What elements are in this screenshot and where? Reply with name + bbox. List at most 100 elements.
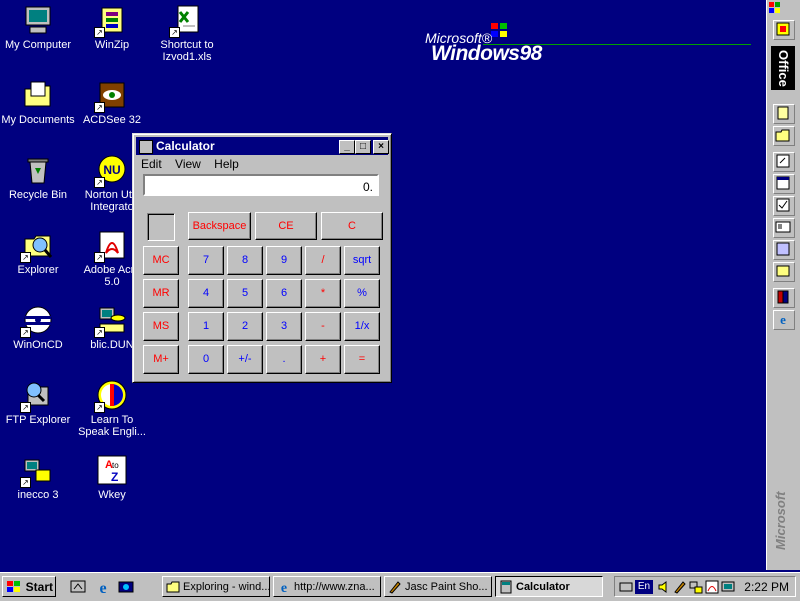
close-button[interactable]: × xyxy=(373,140,389,154)
volume-icon xyxy=(658,581,667,593)
desktop-icon-acdsee[interactable]: ↗ ACDSee 32 xyxy=(75,79,149,126)
acrobat-icon: ↗ xyxy=(94,229,128,263)
desktop-icon-my-documents[interactable]: My Documents xyxy=(1,79,75,126)
add-button[interactable]: + xyxy=(305,345,341,374)
desktop-icon-my-computer[interactable]: My Computer xyxy=(1,4,75,51)
calculator-titlebar[interactable]: Calculator _ □ × xyxy=(136,137,389,155)
divide-button[interactable]: / xyxy=(305,246,341,275)
percent-button[interactable]: % xyxy=(344,279,380,308)
desktop-icon-label: Recycle Bin xyxy=(8,189,68,201)
office-logo-button[interactable] xyxy=(773,20,795,40)
digit-2-button[interactable]: 2 xyxy=(227,312,263,341)
desktop-icon-label: Shortcut to Izvod1.xls xyxy=(160,39,214,63)
calculator-display: 0. xyxy=(143,174,379,196)
digit-4-button[interactable]: 4 xyxy=(188,279,224,308)
desktop-icon-label: Wkey xyxy=(98,489,126,501)
subtract-button[interactable]: - xyxy=(305,312,341,341)
start-label: Start xyxy=(25,580,53,594)
task-exploring[interactable]: Exploring - wind... xyxy=(162,576,270,597)
windows-flag-icon xyxy=(7,581,20,592)
logo-windows-text: Windows98 xyxy=(431,42,542,65)
desktop-icon-label: My Documents xyxy=(1,114,75,126)
channels-icon[interactable] xyxy=(118,579,134,595)
desktop-icon-learn-english[interactable]: ↗ Learn To Speak Engli... xyxy=(75,379,149,438)
digit-5-button[interactable]: 5 xyxy=(227,279,263,308)
desktop-icon-recycle-bin[interactable]: Recycle Bin xyxy=(1,154,75,201)
excel-file-icon: ↗ xyxy=(169,4,203,38)
task-label: http://www.zna... xyxy=(294,581,375,593)
task-calculator[interactable]: Calculator xyxy=(495,576,603,597)
computer-icon xyxy=(22,4,54,36)
internet-explorer-icon[interactable]: e xyxy=(95,579,111,597)
minimize-button[interactable]: _ xyxy=(339,140,355,154)
desktop-icon-label: Learn To Speak Engli... xyxy=(78,414,146,438)
maximize-button[interactable]: □ xyxy=(355,140,371,154)
desktop-icon-inecco[interactable]: ↗ inecco 3 xyxy=(1,454,75,501)
folder-icon xyxy=(22,79,54,111)
digit-3-button[interactable]: 3 xyxy=(266,312,302,341)
clock[interactable]: 2:22 PM xyxy=(744,580,789,594)
clear-button[interactable]: C xyxy=(321,212,383,240)
books-icon[interactable] xyxy=(773,288,795,308)
folder-icon xyxy=(166,581,180,593)
menu-help[interactable]: Help xyxy=(214,157,239,171)
memory-indicator xyxy=(147,213,175,241)
language-indicator[interactable]: En xyxy=(635,580,653,594)
menu-view[interactable]: View xyxy=(175,157,201,171)
contact-icon[interactable] xyxy=(773,218,795,238)
show-desktop-icon[interactable] xyxy=(70,579,86,595)
reciprocal-button[interactable]: 1/x xyxy=(344,312,380,341)
sign-toggle-button[interactable]: +/- xyxy=(227,345,263,374)
desktop-icon-label: ACDSee 32 xyxy=(82,114,142,126)
office-bar-title: Office xyxy=(771,46,795,90)
task-browser[interactable]: e http://www.zna... xyxy=(273,576,381,597)
task-icon[interactable] xyxy=(773,196,795,216)
new-document-icon[interactable] xyxy=(773,104,795,124)
svg-text:NU: NU xyxy=(103,163,120,177)
desktop-icon-explorer[interactable]: ↗ Explorer xyxy=(1,229,75,276)
office-menu-icon[interactable] xyxy=(769,2,781,14)
memory-store-button[interactable]: MS xyxy=(143,312,179,341)
system-tray: En 2:22 PM xyxy=(614,576,796,597)
windows98-logo: Microsoft® Windows98 xyxy=(423,22,753,67)
taskbar: Start e Exploring - wind... e http://www… xyxy=(0,572,800,601)
backspace-button[interactable]: Backspace xyxy=(188,212,251,240)
task-label: Exploring - wind... xyxy=(183,581,270,593)
desktop-icon-winoncd[interactable]: ↗ WinOnCD xyxy=(1,304,75,351)
digit-8-button[interactable]: 8 xyxy=(227,246,263,275)
calculator-window[interactable]: Calculator _ □ × Edit View Help 0. Backs… xyxy=(132,133,392,383)
calculator-icon xyxy=(500,580,512,594)
clear-entry-button[interactable]: CE xyxy=(255,212,317,240)
shortcut-icon[interactable] xyxy=(773,152,795,172)
internet-explorer-icon[interactable]: e xyxy=(773,310,795,330)
start-button[interactable]: Start xyxy=(2,576,56,597)
digit-6-button[interactable]: 6 xyxy=(266,279,302,308)
digit-7-button[interactable]: 7 xyxy=(188,246,224,275)
note-icon[interactable] xyxy=(773,262,795,282)
dialup-icon: ↗ xyxy=(94,304,128,338)
desktop-icon-winzip[interactable]: ↗ WinZip xyxy=(75,4,149,51)
open-document-icon[interactable] xyxy=(773,126,795,146)
desktop-icon-izvod1[interactable]: ↗ Shortcut to Izvod1.xls xyxy=(150,4,224,63)
svg-text:e: e xyxy=(281,581,287,594)
menu-edit[interactable]: Edit xyxy=(141,157,162,171)
sqrt-button[interactable]: sqrt xyxy=(344,246,380,275)
decimal-point-button[interactable]: . xyxy=(266,345,302,374)
network-icon: ↗ xyxy=(20,454,54,488)
multiply-button[interactable]: * xyxy=(305,279,341,308)
journal-icon[interactable] xyxy=(773,240,795,260)
memory-clear-button[interactable]: MC xyxy=(143,246,179,275)
equals-button[interactable]: = xyxy=(344,345,380,374)
digit-0-button[interactable]: 0 xyxy=(188,345,224,374)
digit-9-button[interactable]: 9 xyxy=(266,246,302,275)
desktop-icon-label: FTP Explorer xyxy=(5,414,71,426)
desktop-icon-wkey[interactable]: Ato Z Wkey xyxy=(75,454,149,501)
task-label: Calculator xyxy=(516,581,570,593)
memory-add-button[interactable]: M+ xyxy=(143,345,179,374)
memory-recall-button[interactable]: MR xyxy=(143,279,179,308)
calendar-icon[interactable] xyxy=(773,174,795,194)
task-paint-shop[interactable]: Jasc Paint Sho... xyxy=(384,576,492,597)
desktop-icon-ftp-explorer[interactable]: ↗ FTP Explorer xyxy=(1,379,75,426)
office-shortcut-bar: Office e Microsoft xyxy=(766,0,800,570)
digit-1-button[interactable]: 1 xyxy=(188,312,224,341)
